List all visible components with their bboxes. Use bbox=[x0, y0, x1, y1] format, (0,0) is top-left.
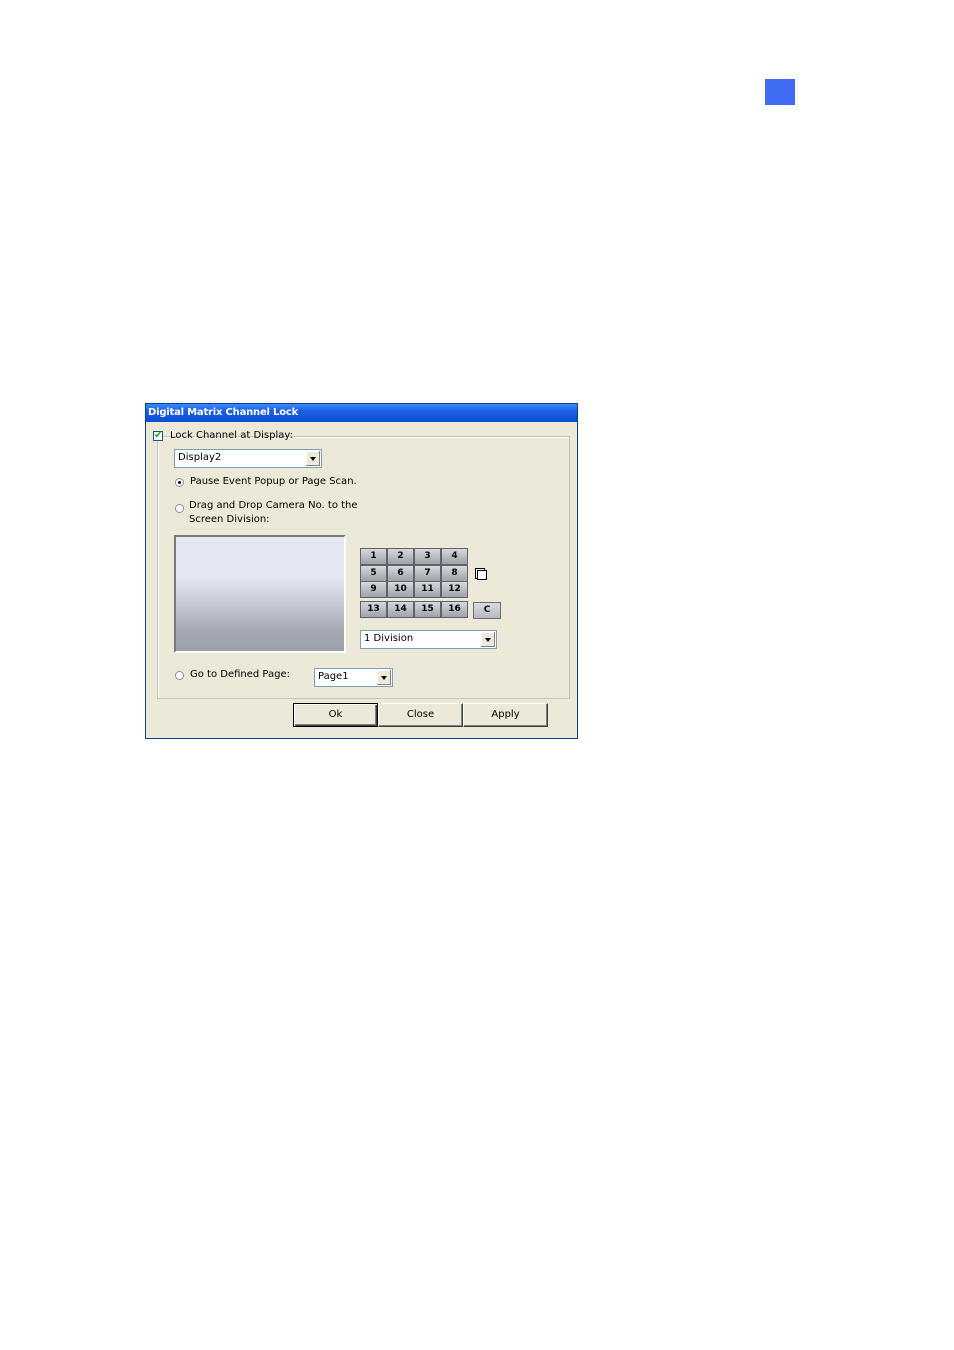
camera-button-2[interactable]: 2 bbox=[387, 548, 414, 565]
camera-button-4[interactable]: 4 bbox=[441, 548, 468, 565]
display-select-value: Display2 bbox=[178, 452, 222, 463]
close-button[interactable]: Close bbox=[378, 703, 463, 727]
dialog-body: ✔ Lock Channel at Display: Display2 Paus… bbox=[148, 422, 575, 736]
camera-button-1[interactable]: 1 bbox=[360, 548, 387, 565]
goto-page-radio[interactable] bbox=[175, 671, 184, 680]
chevron-down-icon[interactable] bbox=[376, 670, 391, 685]
page-marker bbox=[765, 79, 795, 105]
division-select[interactable]: 1 Division bbox=[360, 630, 497, 649]
page-select[interactable]: Page1 bbox=[314, 668, 393, 687]
pause-event-label: Pause Event Popup or Page Scan. bbox=[190, 476, 357, 487]
camera-button-5[interactable]: 5 bbox=[360, 565, 387, 582]
pause-event-radio[interactable] bbox=[175, 478, 184, 487]
camera-button-14[interactable]: 14 bbox=[387, 601, 414, 618]
apply-button[interactable]: Apply bbox=[463, 703, 548, 727]
camera-button-8[interactable]: 8 bbox=[441, 565, 468, 582]
title-bar[interactable]: Digital Matrix Channel Lock bbox=[146, 404, 577, 422]
camera-button-13[interactable]: 13 bbox=[360, 601, 387, 618]
screen-division-preview[interactable] bbox=[174, 535, 346, 653]
ok-button[interactable]: Ok bbox=[293, 703, 378, 727]
page-select-value: Page1 bbox=[318, 671, 349, 682]
camera-button-9[interactable]: 9 bbox=[360, 581, 387, 598]
camera-button-15[interactable]: 15 bbox=[414, 601, 441, 618]
camera-button-3[interactable]: 3 bbox=[414, 548, 441, 565]
camera-button-11[interactable]: 11 bbox=[414, 581, 441, 598]
drag-drop-label-line2: Screen Division: bbox=[189, 514, 270, 525]
camera-button-10[interactable]: 10 bbox=[387, 581, 414, 598]
chevron-down-icon[interactable] bbox=[305, 451, 320, 466]
lock-channel-checkbox-row[interactable]: ✔ Lock Channel at Display: bbox=[153, 430, 293, 444]
display-select[interactable]: Display2 bbox=[174, 449, 322, 468]
checkmark-icon: ✔ bbox=[154, 430, 163, 441]
lock-channel-label: Lock Channel at Display: bbox=[170, 430, 293, 441]
dialog-title: Digital Matrix Channel Lock bbox=[148, 407, 299, 418]
camera-button-7[interactable]: 7 bbox=[414, 565, 441, 582]
camera-button-16[interactable]: 16 bbox=[441, 601, 468, 618]
digital-matrix-channel-lock-dialog: Digital Matrix Channel Lock ✔ Lock Chann… bbox=[145, 403, 578, 739]
chevron-down-icon[interactable] bbox=[480, 632, 495, 647]
camera-button-6[interactable]: 6 bbox=[387, 565, 414, 582]
drag-drop-radio[interactable] bbox=[175, 504, 184, 513]
division-select-value: 1 Division bbox=[364, 633, 414, 644]
camera-button-12[interactable]: 12 bbox=[441, 581, 468, 598]
lock-channel-checkbox[interactable]: ✔ bbox=[153, 430, 163, 441]
goto-page-label: Go to Defined Page: bbox=[190, 669, 291, 680]
copy-icon[interactable] bbox=[475, 568, 487, 580]
drag-drop-label-line1: Drag and Drop Camera No. to the bbox=[189, 500, 358, 511]
clear-button[interactable]: C bbox=[473, 602, 501, 619]
